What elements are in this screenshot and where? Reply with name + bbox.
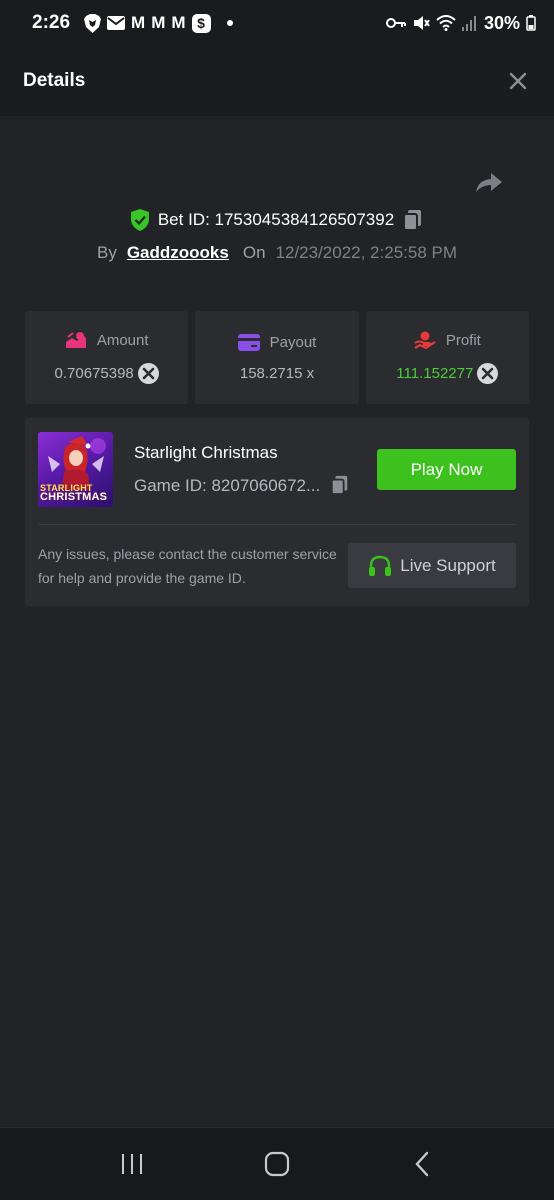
stat-payout: Payout 158.2715 x [195, 311, 359, 404]
key-icon [385, 17, 406, 29]
by-label: By [96, 243, 117, 262]
stat-amount-label: Amount [96, 331, 149, 349]
game-id: Game ID: 8207060672... [134, 476, 321, 495]
recent-apps-button[interactable] [110, 1142, 154, 1186]
mail-icon [107, 16, 126, 30]
copy-game-id-icon[interactable] [330, 475, 352, 497]
headset-icon [368, 555, 392, 577]
status-bar: 2:26 M M M $ 30% [0, 0, 554, 46]
bet-meta-row: By Gaddzoooks On 12/23/2022, 2:25:58 PM [0, 240, 554, 266]
gmail-icon: M [171, 13, 186, 32]
gmail-icon: M [131, 13, 146, 32]
status-right: 30% [385, 12, 536, 34]
card-icon [237, 333, 260, 351]
wifi-icon [436, 15, 456, 31]
on-label: On [242, 243, 266, 262]
mute-icon [412, 14, 430, 32]
clock: 2:26 [32, 12, 71, 33]
status-left: 2:26 M M M $ [32, 12, 233, 34]
stat-payout-value: 158.2715 x [239, 364, 315, 382]
cash-app-icon: $ [191, 13, 211, 33]
stat-payout-header: Payout [237, 333, 317, 351]
profit-icon [414, 331, 436, 349]
stat-profit: Profit 111.152277 [365, 311, 529, 404]
signal-icon [461, 15, 478, 31]
share-icon [476, 173, 502, 192]
stat-payout-label: Payout [269, 333, 317, 351]
thumb-line-2: CHRISTMAS [40, 491, 108, 503]
play-now-button[interactable]: Play Now [377, 449, 516, 490]
back-button[interactable] [400, 1142, 444, 1186]
support-message: Any issues, please contact the customer … [38, 546, 337, 586]
page-title: Details [23, 70, 86, 91]
home-button[interactable] [255, 1142, 299, 1186]
brave-icon [84, 13, 102, 33]
stat-amount-value: 0.70675398 [54, 365, 134, 382]
recent-apps-icon [122, 1154, 143, 1174]
game-thumbnail-text: STARLIGHT CHRISTMAS [40, 484, 111, 503]
battery-percent: 30% [483, 12, 520, 33]
stat-amount-value-row: 0.70675398 [55, 363, 159, 384]
copy-bet-id-icon[interactable] [402, 209, 424, 231]
cash-app-glyph: $ [191, 13, 211, 33]
currency-coin-icon [477, 363, 499, 384]
live-support-label: Live Support [400, 555, 496, 575]
close-button[interactable] [504, 67, 532, 95]
stat-profit-value: 111.152277 [396, 365, 474, 382]
live-support-button[interactable]: Live Support [348, 543, 516, 588]
bet-id-row: Bet ID: 1753045384126507392 [0, 206, 554, 234]
game-title: Starlight Christmas [134, 443, 278, 462]
notification-dot [226, 20, 233, 26]
stat-amount-header: Amount [65, 331, 149, 349]
stat-amount: Amount 0.70675398 [25, 311, 189, 404]
bet-stats: Amount 0.70675398 Payout 158.2715 x Prof… [25, 311, 529, 404]
details-header: Details [0, 46, 554, 116]
back-icon [415, 1151, 428, 1177]
game-card: STARLIGHT CHRISTMAS Starlight Christmas … [25, 418, 529, 606]
stat-profit-header: Profit [414, 331, 481, 349]
bet-datetime: 12/23/2022, 2:25:58 PM [275, 243, 458, 262]
game-id-row: Game ID: 8207060672... [134, 475, 352, 497]
currency-coin-icon [137, 363, 159, 384]
divider [38, 524, 516, 525]
stat-profit-label: Profit [445, 331, 481, 349]
home-icon [264, 1151, 290, 1177]
bet-id: Bet ID: 1753045384126507392 [157, 210, 395, 229]
stat-profit-value-row: 111.152277 [396, 363, 499, 384]
amount-icon [65, 331, 87, 349]
close-icon [509, 72, 527, 90]
battery-icon [526, 15, 536, 31]
gmail-icon: M [151, 13, 166, 32]
username-link[interactable]: Gaddzoooks [127, 243, 229, 263]
share-button[interactable] [474, 168, 504, 196]
stat-payout-value-row: 158.2715 x [240, 365, 314, 382]
game-thumbnail[interactable]: STARLIGHT CHRISTMAS [38, 432, 113, 507]
verified-shield-icon [130, 209, 150, 231]
system-nav-bar [0, 1127, 554, 1200]
